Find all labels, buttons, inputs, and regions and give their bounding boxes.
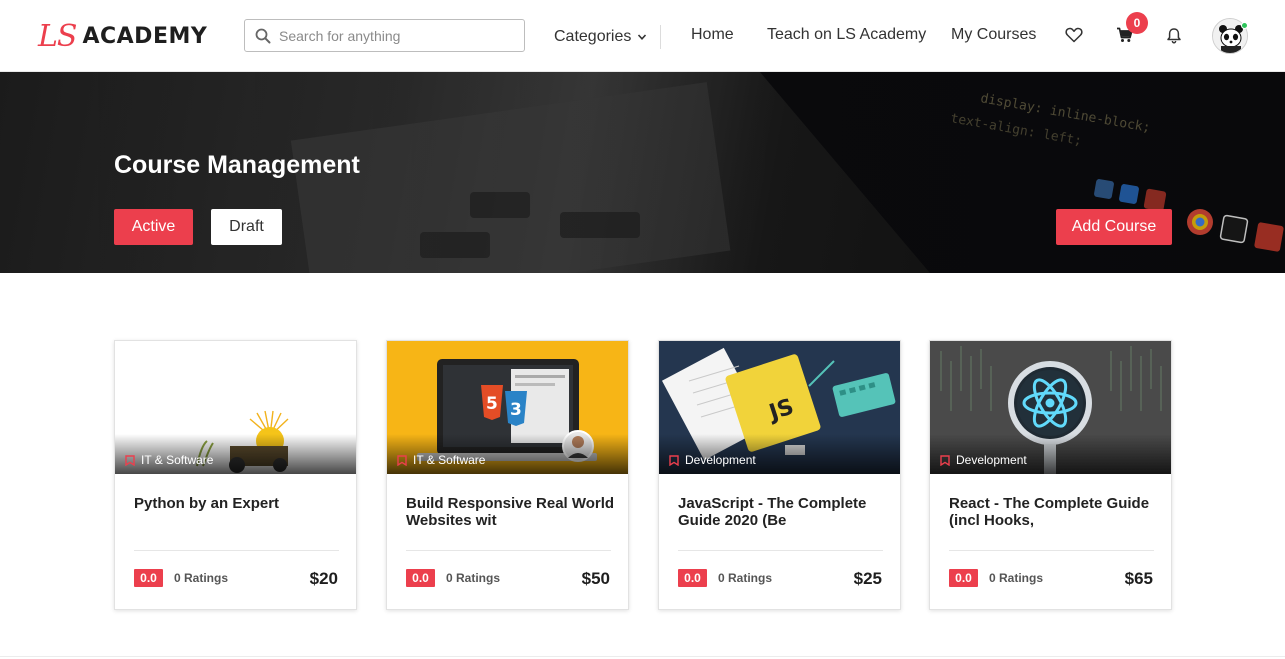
course-card[interactable]: JS Development JavaScript - The Complete… bbox=[658, 340, 901, 610]
active-tab-button[interactable]: Active bbox=[114, 209, 193, 245]
svg-text:5: 5 bbox=[486, 394, 498, 414]
course-thumbnail: IT & Software bbox=[115, 341, 356, 474]
logo-mark: LS bbox=[38, 18, 77, 54]
cart-count-badge: 0 bbox=[1126, 12, 1148, 34]
ratings-count: 0 Ratings bbox=[989, 571, 1044, 585]
course-thumbnail: JS Development bbox=[659, 341, 900, 474]
categories-menu[interactable]: Categories bbox=[554, 28, 647, 46]
search-box[interactable] bbox=[244, 19, 525, 52]
course-thumbnail: Development bbox=[930, 341, 1171, 474]
footer-divider bbox=[0, 656, 1285, 657]
course-title[interactable]: JavaScript - The Complete Guide 2020 (Be bbox=[678, 495, 888, 529]
category-tag: IT & Software bbox=[397, 453, 485, 467]
search-input[interactable] bbox=[279, 27, 519, 44]
nav-teach[interactable]: Teach on LS Academy bbox=[767, 26, 926, 44]
bell-icon bbox=[1167, 27, 1181, 44]
hero-banner: display: inline-block; text-align: left;… bbox=[0, 72, 1285, 273]
category-tag: Development bbox=[669, 453, 756, 467]
category-label: Development bbox=[956, 453, 1027, 467]
chevron-down-icon bbox=[638, 34, 647, 40]
course-title[interactable]: React - The Complete Guide (incl Hooks, bbox=[949, 495, 1159, 529]
card-divider bbox=[949, 550, 1154, 551]
category-label: Development bbox=[685, 453, 756, 467]
wishlist-button[interactable] bbox=[1063, 24, 1085, 46]
nav-home[interactable]: Home bbox=[691, 26, 734, 44]
category-label: IT & Software bbox=[413, 453, 486, 467]
nav-my-courses[interactable]: My Courses bbox=[951, 26, 1036, 44]
heart-icon bbox=[1065, 27, 1083, 43]
nav-divider bbox=[660, 25, 661, 49]
rating-badge: 0.0 bbox=[949, 569, 978, 587]
search-icon bbox=[255, 28, 271, 43]
course-price: $25 bbox=[853, 569, 882, 588]
bookmark-icon bbox=[125, 454, 135, 466]
course-card[interactable]: 5 3 IT & Software Build Responsive Real … bbox=[386, 340, 629, 610]
bookmark-icon bbox=[940, 454, 950, 466]
category-tag: Development bbox=[940, 453, 1027, 467]
card-divider bbox=[134, 550, 339, 551]
page-title: Course Management bbox=[114, 151, 360, 179]
svg-text:3: 3 bbox=[510, 400, 522, 420]
top-navbar: LS ACADEMY Categories Home Teach on LS A… bbox=[0, 0, 1285, 72]
course-price: $65 bbox=[1124, 569, 1153, 588]
rating-badge: 0.0 bbox=[134, 569, 163, 587]
online-status-dot bbox=[1241, 22, 1248, 29]
ratings-count: 0 Ratings bbox=[174, 571, 229, 585]
ratings-count: 0 Ratings bbox=[718, 571, 773, 585]
course-card[interactable]: Development React - The Complete Guide (… bbox=[929, 340, 1172, 610]
card-divider bbox=[406, 550, 611, 551]
rating-badge: 0.0 bbox=[406, 569, 435, 587]
card-divider bbox=[678, 550, 883, 551]
course-card[interactable]: IT & Software Python by an Expert 0.0 0 … bbox=[114, 340, 357, 610]
ratings-count: 0 Ratings bbox=[446, 571, 501, 585]
course-thumbnail: 5 3 IT & Software bbox=[387, 341, 628, 474]
logo-text: ACADEMY bbox=[82, 23, 208, 49]
draft-tab-button[interactable]: Draft bbox=[211, 209, 282, 245]
course-title[interactable]: Build Responsive Real World Websites wit bbox=[406, 495, 616, 529]
brand-logo[interactable]: LS ACADEMY bbox=[38, 18, 208, 54]
categories-label: Categories bbox=[554, 28, 632, 45]
notifications-button[interactable] bbox=[1163, 24, 1185, 46]
category-label: IT & Software bbox=[141, 453, 214, 467]
rating-badge: 0.0 bbox=[678, 569, 707, 587]
course-price: $20 bbox=[309, 569, 338, 588]
course-title[interactable]: Python by an Expert bbox=[134, 495, 344, 512]
add-course-button[interactable]: Add Course bbox=[1056, 209, 1172, 245]
course-price: $50 bbox=[581, 569, 610, 588]
bookmark-icon bbox=[397, 454, 407, 466]
category-tag: IT & Software bbox=[125, 453, 213, 467]
bookmark-icon bbox=[669, 454, 679, 466]
